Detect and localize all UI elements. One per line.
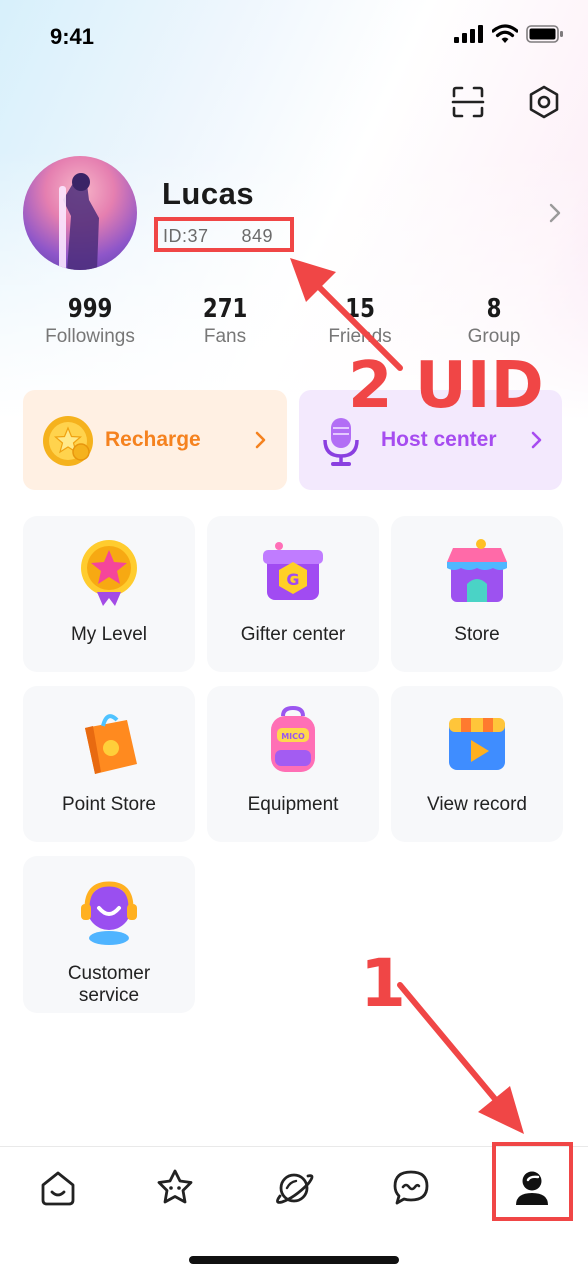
- star-icon: [157, 1169, 193, 1204]
- home-indicator: [189, 1256, 399, 1264]
- chat-icon: [393, 1170, 429, 1205]
- profile-tab-highlight-box: [492, 1142, 573, 1221]
- nav-home[interactable]: [36, 1166, 80, 1210]
- nav-messages[interactable]: [389, 1166, 433, 1210]
- nav-discover[interactable]: [272, 1166, 316, 1210]
- annotation-step-1: 1: [360, 945, 406, 1022]
- nav-explore[interactable]: [153, 1166, 197, 1210]
- planet-icon: [276, 1173, 314, 1204]
- annotation-arrow-uid: [290, 258, 524, 1134]
- annotation-step-2: 2 UID: [348, 349, 544, 423]
- home-icon: [41, 1171, 75, 1206]
